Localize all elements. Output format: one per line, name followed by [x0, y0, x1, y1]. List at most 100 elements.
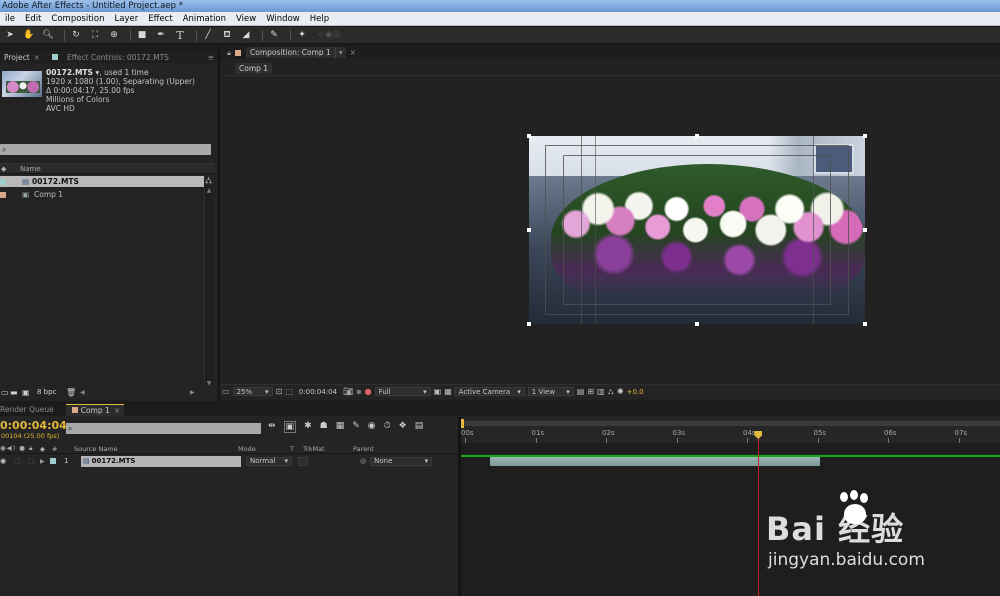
fit-icon[interactable]: ⊡ — [276, 387, 283, 396]
rectangle-tool-icon[interactable]: ■ — [135, 29, 149, 42]
fast-previews-icon[interactable]: ▣ — [434, 387, 442, 396]
transform-handle[interactable] — [695, 134, 699, 138]
menu-edit[interactable]: Edit — [20, 14, 46, 24]
draft-3d-icon[interactable]: ▣ — [283, 421, 297, 433]
tab-render-queue[interactable]: Render Queue — [0, 405, 66, 414]
shy-layers-icon[interactable]: ✱ — [304, 421, 312, 433]
transform-handle[interactable] — [695, 322, 699, 326]
timeline-search-input[interactable]: ⌕ — [66, 423, 261, 434]
menu-layer[interactable]: Layer — [110, 14, 144, 24]
render-preview-icon[interactable]: ▤ — [415, 421, 424, 433]
camera-dropdown[interactable]: Active Camera ▾ — [454, 387, 525, 396]
playhead-line[interactable] — [758, 438, 760, 596]
snapshot-camera-icon[interactable]: 📷︎ — [343, 387, 353, 396]
exposure-value[interactable]: +0.0 — [627, 388, 644, 396]
tab-comp[interactable]: Comp 1 × — [65, 403, 125, 416]
transparency-grid-icon[interactable]: ▦ — [444, 387, 452, 396]
camera-tool-icon[interactable]: ⛶ — [88, 29, 102, 42]
menu-help[interactable]: Help — [305, 14, 334, 24]
timeline-icon[interactable]: ▥ — [597, 387, 605, 396]
new-folder-icon[interactable]: ▬ — [10, 388, 22, 397]
project-search-input[interactable]: ⌕ — [0, 144, 211, 155]
current-time[interactable]: 0:00:04:04 — [0, 419, 67, 432]
frame-blending-icon[interactable]: ☗ — [320, 421, 328, 433]
expand-layer-icon[interactable]: ▶ — [40, 458, 48, 465]
menu-effect[interactable]: Effect — [143, 14, 177, 24]
transform-handle[interactable] — [863, 322, 867, 326]
project-item[interactable]: ▣ Comp 1 — [0, 189, 204, 200]
channel-rgb-icon[interactable]: ● — [365, 387, 372, 396]
zoom-tool-icon[interactable]: 🔍︎ — [41, 29, 55, 42]
exposure-icon[interactable]: ✺ — [617, 387, 624, 396]
scroll-up-icon[interactable]: ▲ — [205, 187, 213, 194]
current-time-display[interactable]: 0:00:04:04 — [0, 419, 67, 432]
column-name[interactable]: Name — [20, 165, 41, 173]
work-area-bar[interactable] — [461, 421, 1000, 426]
brush-tool-icon[interactable]: ╱ — [201, 29, 215, 42]
blend-mode-dropdown[interactable]: Normal ▾ — [246, 456, 292, 466]
pickwhip-icon[interactable]: ◎ — [360, 457, 366, 465]
transform-handle[interactable] — [863, 134, 867, 138]
transform-handle[interactable] — [527, 322, 531, 326]
pen-tool-icon[interactable]: ✒ — [154, 29, 168, 42]
trkmat-dropdown[interactable] — [298, 456, 308, 466]
tab-dropdown-icon[interactable]: ▾ — [334, 47, 346, 58]
graph-editor-icon[interactable]: ◉ — [368, 421, 376, 433]
menu-window[interactable]: Window — [261, 14, 305, 24]
zoom-dropdown[interactable]: 25% ▾ — [232, 387, 273, 396]
close-icon[interactable]: × — [114, 406, 120, 415]
solo-switch-icon[interactable]: ▢ — [28, 457, 40, 465]
selection-tool-icon[interactable]: ➤ — [3, 29, 17, 42]
project-item[interactable]: ▤ 00172.MTS — [0, 176, 204, 187]
label-column-icon[interactable]: ◆ — [0, 165, 20, 173]
fast-preview-icon[interactable]: ⊞ — [587, 387, 594, 396]
layer-row[interactable]: ◉ ▢ ▢ ▶ 1 ▤ 00172.MTS Normal ▾ ◎ None ▾ — [0, 455, 458, 467]
tab-composition[interactable]: Composition: Comp 1 — [246, 47, 335, 58]
flowchart-icon[interactable]: ⛼ — [608, 387, 614, 397]
menu-file[interactable]: ile — [0, 14, 20, 24]
video-visibility-icon[interactable]: ◉ — [0, 457, 14, 465]
toggle-pixel-aspect-icon[interactable]: ▤ — [577, 387, 585, 396]
rotate-tool-icon[interactable]: ↻ — [69, 29, 83, 42]
layer-duration-bar[interactable] — [490, 456, 820, 466]
brainstorm-icon[interactable]: ✎ — [352, 421, 360, 433]
parent-dropdown[interactable]: None ▾ — [370, 456, 433, 466]
scroll-left-icon[interactable]: ◀ — [80, 389, 190, 396]
trash-icon[interactable]: 🗑︎ — [66, 388, 80, 397]
transform-handle[interactable] — [863, 228, 867, 232]
menu-view[interactable]: View — [231, 14, 261, 24]
menu-animation[interactable]: Animation — [178, 14, 231, 24]
interpret-footage-icon[interactable]: ▭ — [0, 388, 10, 397]
type-tool-icon[interactable]: T — [173, 29, 187, 42]
tab-project[interactable]: Project — [0, 53, 34, 62]
clone-stamp-tool-icon[interactable]: ⛾ — [220, 29, 234, 42]
column-source-name[interactable]: Source Name — [74, 445, 238, 453]
comp-mini-flowchart-icon[interactable]: ⇹ — [268, 421, 276, 433]
time-ruler[interactable]: 00s 01s 02s 03s 04s 05s 06s 07s — [461, 419, 1000, 443]
stopwatch-icon[interactable]: ⏱︎ — [384, 421, 391, 433]
motion-blur-icon[interactable]: ▦ — [336, 421, 345, 433]
work-area-start-icon[interactable] — [461, 419, 464, 428]
viewer-timecode[interactable]: 0:00:04:04 — [296, 387, 340, 396]
show-snapshot-icon[interactable]: ▪ — [356, 387, 361, 396]
eraser-tool-icon[interactable]: ◢ — [239, 29, 253, 42]
project-scrollbar[interactable]: ▲ ▼ — [204, 187, 213, 387]
menu-composition[interactable]: Composition — [46, 14, 109, 24]
region-of-interest-icon[interactable]: ⬚ — [285, 387, 293, 396]
tab-effect-controls[interactable]: Effect Controls: 00172.MTS — [61, 53, 169, 62]
composition-frame[interactable] — [529, 136, 865, 324]
views-dropdown[interactable]: 1 View ▾ — [527, 387, 574, 396]
transform-handle[interactable] — [527, 134, 531, 138]
breadcrumb[interactable]: Comp 1 — [235, 63, 273, 74]
audio-switch-icon[interactable]: ▢ — [14, 457, 28, 465]
resolution-dropdown[interactable]: Full ▾ — [374, 387, 431, 396]
new-composition-icon[interactable]: ▣ — [22, 388, 34, 397]
flowchart-icon[interactable]: ⛼ — [205, 176, 212, 187]
layer-name-cell[interactable]: ▤ 00172.MTS — [81, 455, 241, 467]
puppet-pin-tool-icon[interactable]: ✦ — [295, 29, 309, 42]
hand-tool-icon[interactable]: ✋ — [22, 29, 36, 42]
scroll-right-icon[interactable]: ▶ — [190, 389, 195, 396]
close-icon[interactable]: × — [34, 53, 40, 62]
panel-menu-icon[interactable]: ≡ — [208, 53, 214, 62]
transform-handle[interactable] — [527, 228, 531, 232]
